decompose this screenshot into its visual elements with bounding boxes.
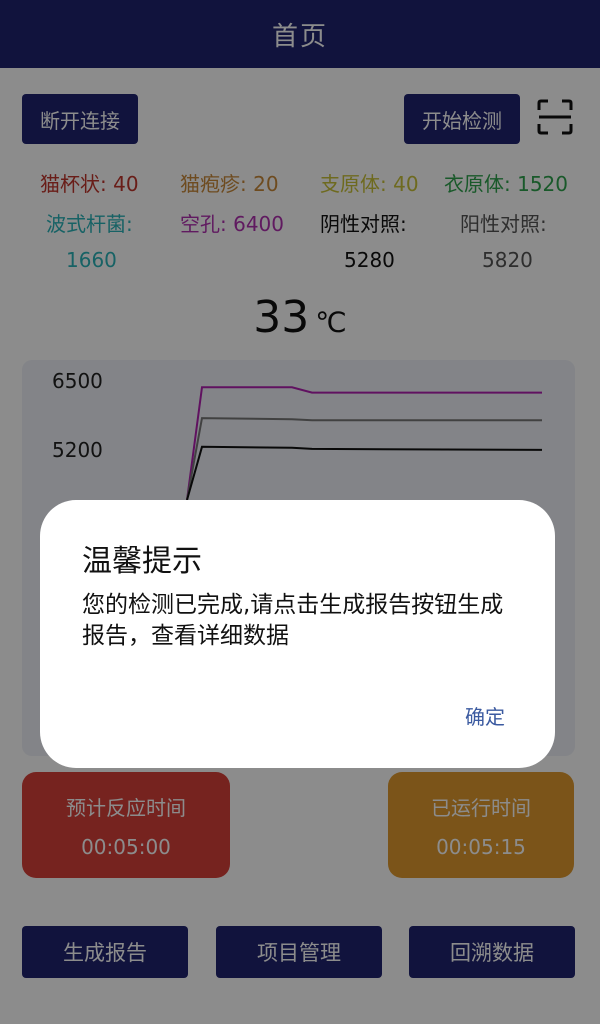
dialog-ok-button[interactable]: 确定 bbox=[465, 701, 505, 730]
dialog-title: 温馨提示 bbox=[82, 544, 202, 579]
dialog-message: 您的检测已完成,请点击生成报告按钮生成报告，查看详细数据 bbox=[82, 592, 504, 649]
completion-dialog: 温馨提示 您的检测已完成,请点击生成报告按钮生成报告，查看详细数据 确定 bbox=[40, 500, 555, 768]
